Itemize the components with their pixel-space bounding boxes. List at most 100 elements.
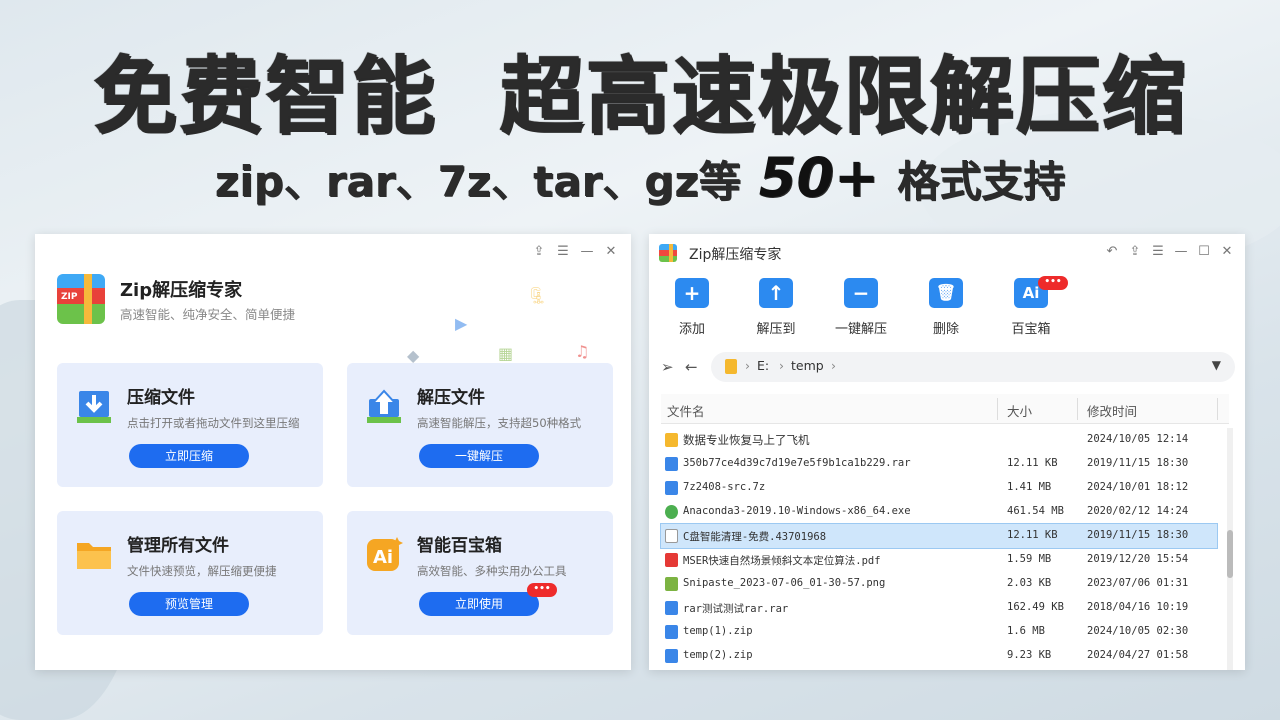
one-click-extract-button[interactable]: − 一键解压: [826, 278, 896, 337]
delete-button[interactable]: 🗑 删除: [911, 278, 981, 337]
path-folder[interactable]: temp: [791, 358, 824, 373]
file-modified: 2019/11/15 18:30: [1087, 529, 1188, 541]
toolbar-label: 一键解压: [826, 318, 896, 337]
file-row[interactable]: 350b77ce4d39c7d19e7e5f9b1ca1b229.rar 12.1…: [661, 452, 1217, 476]
file-row[interactable]: rar测试测试rar.rar162.49 KB2018/04/16 10:19: [661, 596, 1217, 620]
pdf-icon: [665, 553, 678, 567]
chevron-down-icon[interactable]: ▼: [1212, 358, 1221, 372]
file-size: 1.59 MB: [1007, 553, 1051, 565]
column-header-modified[interactable]: 修改时间: [1087, 401, 1137, 420]
file-name: temp(2).zip: [683, 649, 753, 661]
file-row[interactable]: temp(1).zip1.6 MB2024/10/05 02:30: [661, 620, 1217, 644]
file-size: 2.03 KB: [1007, 577, 1051, 589]
toolbar-label: 添加: [657, 318, 727, 337]
maximize-icon[interactable]: ☐: [1196, 244, 1212, 260]
archive-icon: [665, 649, 678, 663]
file-row[interactable]: 7z2408-src.7z1.41 MB2024/10/01 18:12: [661, 476, 1217, 500]
file-row[interactable]: MSER快速自然场景倾斜文本定位算法.pdf1.59 MB2019/12/20 …: [661, 548, 1217, 572]
toolbox-card[interactable]: Ai 智能百宝箱 高效智能、多种实用办公工具 立即使用 •••: [347, 511, 613, 635]
send-icon[interactable]: ➢: [661, 358, 674, 376]
svg-text:Ai: Ai: [373, 547, 393, 568]
manage-files-card[interactable]: 管理所有文件 文件快速预览，解压缩更便捷 预览管理: [57, 511, 323, 635]
folder-icon: [665, 433, 678, 447]
file-size: 9.23 KB: [1007, 649, 1051, 661]
archive-icon: [665, 625, 678, 639]
file-modified: 2019/11/15 18:30: [1087, 457, 1188, 469]
file-row[interactable]: 数据专业恢复马上了飞机2024/10/05 12:14: [661, 428, 1217, 452]
share-icon[interactable]: ⇪: [531, 244, 547, 260]
window-controls: ↶ ⇪ ☰ — ☐ ✕: [1104, 244, 1235, 260]
file-name: MSER快速自然场景倾斜文本定位算法.pdf: [683, 553, 881, 568]
path-bar[interactable]: › E: › temp › ▼: [711, 352, 1235, 382]
archive-icon: [665, 601, 678, 615]
minimize-icon[interactable]: —: [579, 244, 595, 260]
card-title: 智能百宝箱: [417, 531, 502, 556]
banner-subline: zip、rar、7z、tar、gz等50+格式支持: [0, 148, 1280, 212]
add-icon: +: [675, 278, 709, 308]
notification-badge: •••: [527, 583, 557, 597]
back-arrow-icon[interactable]: ←: [685, 358, 698, 376]
file-size: 1.6 MB: [1007, 625, 1045, 637]
file-row[interactable]: temp(2).zip9.23 KB2024/04/27 01:58: [661, 644, 1217, 668]
card-title: 解压文件: [417, 383, 485, 408]
ai-icon: Ai: [365, 535, 403, 573]
close-icon[interactable]: ✕: [603, 244, 619, 260]
file-size: 1.41 MB: [1007, 481, 1051, 493]
home-window: ⇪ ☰ — ✕ ZIP Zip解压缩专家 高速智能、纯净安全、简单便捷 🗜 ▶ …: [35, 234, 631, 670]
menu-icon[interactable]: ☰: [1150, 244, 1166, 260]
file-modified: 2023/07/06 01:31: [1087, 577, 1188, 589]
chevron-right-icon: ›: [745, 358, 750, 373]
file-size: 461.54 MB: [1007, 505, 1064, 517]
toolbar-label: 删除: [911, 318, 981, 337]
video-icon: ▶: [455, 314, 467, 333]
exe-icon: [665, 505, 678, 519]
window-controls: ⇪ ☰ — ✕: [531, 244, 619, 260]
music-icon: ♫: [575, 342, 589, 361]
extract-card[interactable]: 解压文件 高速智能解压，支持超50种格式 一键解压: [347, 363, 613, 487]
menu-icon[interactable]: ☰: [555, 244, 571, 260]
file-row[interactable]: Anaconda3-2019.10-Windows-x86_64.exe 461.…: [661, 500, 1217, 524]
card-desc: 文件快速预览，解压缩更便捷: [127, 563, 277, 579]
toolbox-button[interactable]: Ai 百宝箱 •••: [996, 278, 1066, 337]
card-desc: 高速智能解压，支持超50种格式: [417, 415, 581, 431]
add-button[interactable]: + 添加: [657, 278, 727, 337]
column-header-name[interactable]: 文件名: [667, 401, 705, 420]
formats-text: zip、rar、7z、tar、gz等: [215, 157, 741, 206]
share-icon[interactable]: ⇪: [1127, 244, 1143, 260]
close-icon[interactable]: ✕: [1219, 244, 1235, 260]
file-name: C盘智能清理-免费.43701968: [683, 529, 826, 544]
minimize-icon[interactable]: —: [1173, 244, 1189, 260]
app-logo: ZIP: [57, 274, 105, 324]
card-title: 管理所有文件: [127, 531, 229, 556]
chevron-right-icon: ›: [779, 358, 784, 373]
file-row[interactable]: C盘智能清理-免费.43701968 12.11 KB 2019/11/15 18:…: [661, 524, 1217, 548]
preview-manage-button[interactable]: 预览管理: [129, 592, 249, 616]
compress-now-button[interactable]: 立即压缩: [129, 444, 249, 468]
scrollbar-thumb[interactable]: [1227, 530, 1233, 578]
file-manager-window: Zip解压缩专家 ↶ ⇪ ☰ — ☐ ✕ + 添加 ↑ 解压到 − 一键解压 🗑…: [649, 234, 1245, 670]
logo-text: ZIP: [57, 290, 105, 304]
trash-icon: 🗑: [929, 278, 963, 308]
support-text: 格式支持: [897, 157, 1065, 206]
path-drive[interactable]: E:: [757, 358, 769, 373]
archive-icon: [665, 457, 678, 471]
extract-to-button[interactable]: ↑ 解压到: [741, 278, 811, 337]
file-name: 350b77ce4d39c7d19e7e5f9b1ca1b229.rar: [683, 457, 911, 469]
one-click-extract-button[interactable]: 一键解压: [419, 444, 539, 468]
compress-card[interactable]: 压缩文件 点击打开或者拖动文件到这里压缩 立即压缩: [57, 363, 323, 487]
app-slogan: 高速智能、纯净安全、简单便捷: [120, 304, 295, 323]
toolbar-label: 解压到: [741, 318, 811, 337]
app-name: Zip解压缩专家: [120, 276, 242, 302]
file-name: Anaconda3-2019.10-Windows-x86_64.exe: [683, 505, 911, 517]
column-header-size[interactable]: 大小: [1007, 401, 1032, 420]
file-name: Snipaste_2023-07-06_01-30-57.png: [683, 577, 885, 589]
use-now-button[interactable]: 立即使用: [419, 592, 539, 616]
file-row[interactable]: Snipaste_2023-07-06_01-30-57.png 2.03 KB 2…: [661, 572, 1217, 596]
undo-icon[interactable]: ↶: [1104, 244, 1120, 260]
file-name: 7z2408-src.7z: [683, 481, 765, 493]
file-modified: 2018/04/16 10:19: [1087, 601, 1188, 613]
file-size: 12.11 KB: [1007, 457, 1058, 469]
file-size: 12.11 KB: [1007, 529, 1058, 541]
chevron-right-icon: ›: [831, 358, 836, 373]
file-name: 数据专业恢复马上了飞机: [683, 432, 810, 448]
